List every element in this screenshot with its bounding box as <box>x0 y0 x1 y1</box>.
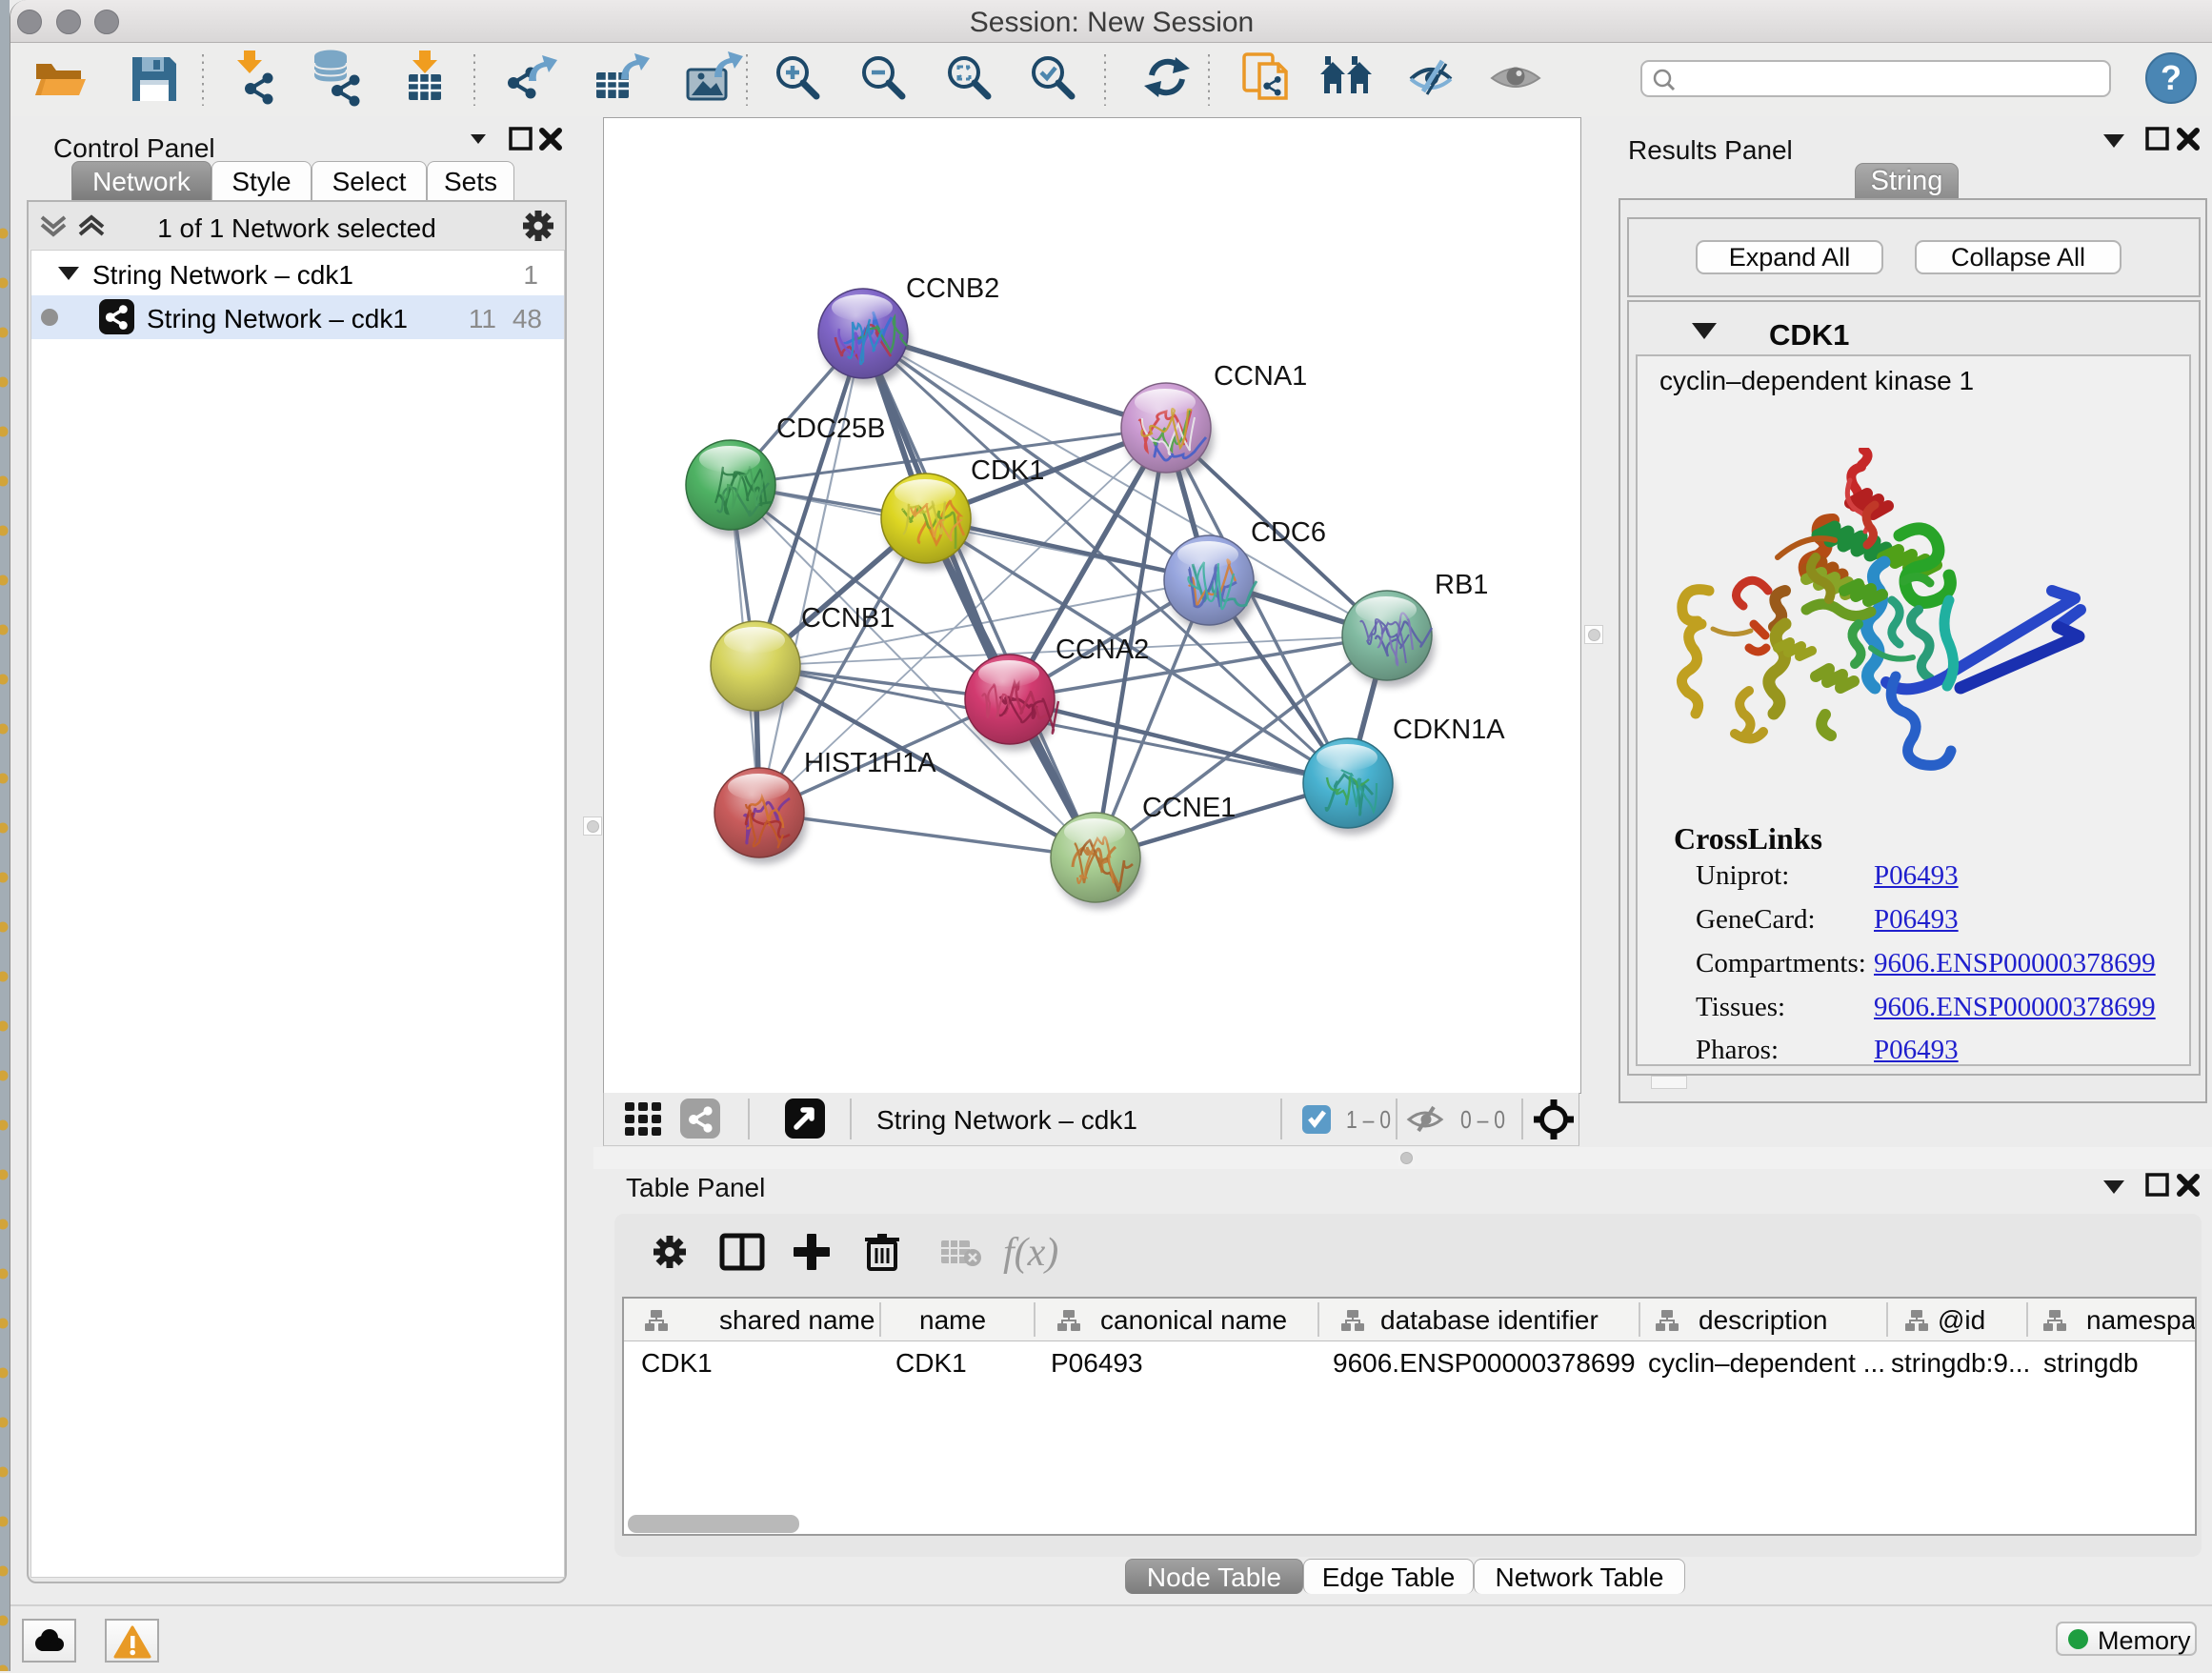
svg-text:@id: @id <box>1938 1305 1985 1335</box>
svg-text:shared name: shared name <box>719 1305 875 1335</box>
svg-text:CCNA1: CCNA1 <box>1214 361 1307 392</box>
svg-text:CCNB1: CCNB1 <box>801 603 895 634</box>
svg-text:String Network – cdk1: String Network – cdk1 <box>876 1105 1137 1135</box>
svg-text:f(x): f(x) <box>1003 1231 1058 1275</box>
svg-text:CDKN1A: CDKN1A <box>1393 715 1505 745</box>
svg-text:name: name <box>919 1305 986 1335</box>
svg-text:1 – 0: 1 – 0 <box>1346 1105 1391 1134</box>
svg-text:namespace: namespace <box>2086 1305 2195 1335</box>
svg-text:database identifier: database identifier <box>1380 1305 1599 1335</box>
svg-text:0 – 0: 0 – 0 <box>1460 1105 1505 1134</box>
svg-text:CDK1: CDK1 <box>971 455 1044 486</box>
svg-text:HIST1H1A: HIST1H1A <box>804 748 936 778</box>
svg-text:CDC25B: CDC25B <box>776 413 885 444</box>
svg-text:CCNE1: CCNE1 <box>1142 793 1236 823</box>
svg-text:CDC6: CDC6 <box>1251 517 1326 548</box>
svg-text:CCNB2: CCNB2 <box>906 273 999 304</box>
svg-text:CCNA2: CCNA2 <box>1056 635 1149 665</box>
svg-text:RB1: RB1 <box>1435 570 1488 600</box>
svg-text:description: description <box>1699 1305 1827 1335</box>
svg-text:canonical name: canonical name <box>1100 1305 1287 1335</box>
